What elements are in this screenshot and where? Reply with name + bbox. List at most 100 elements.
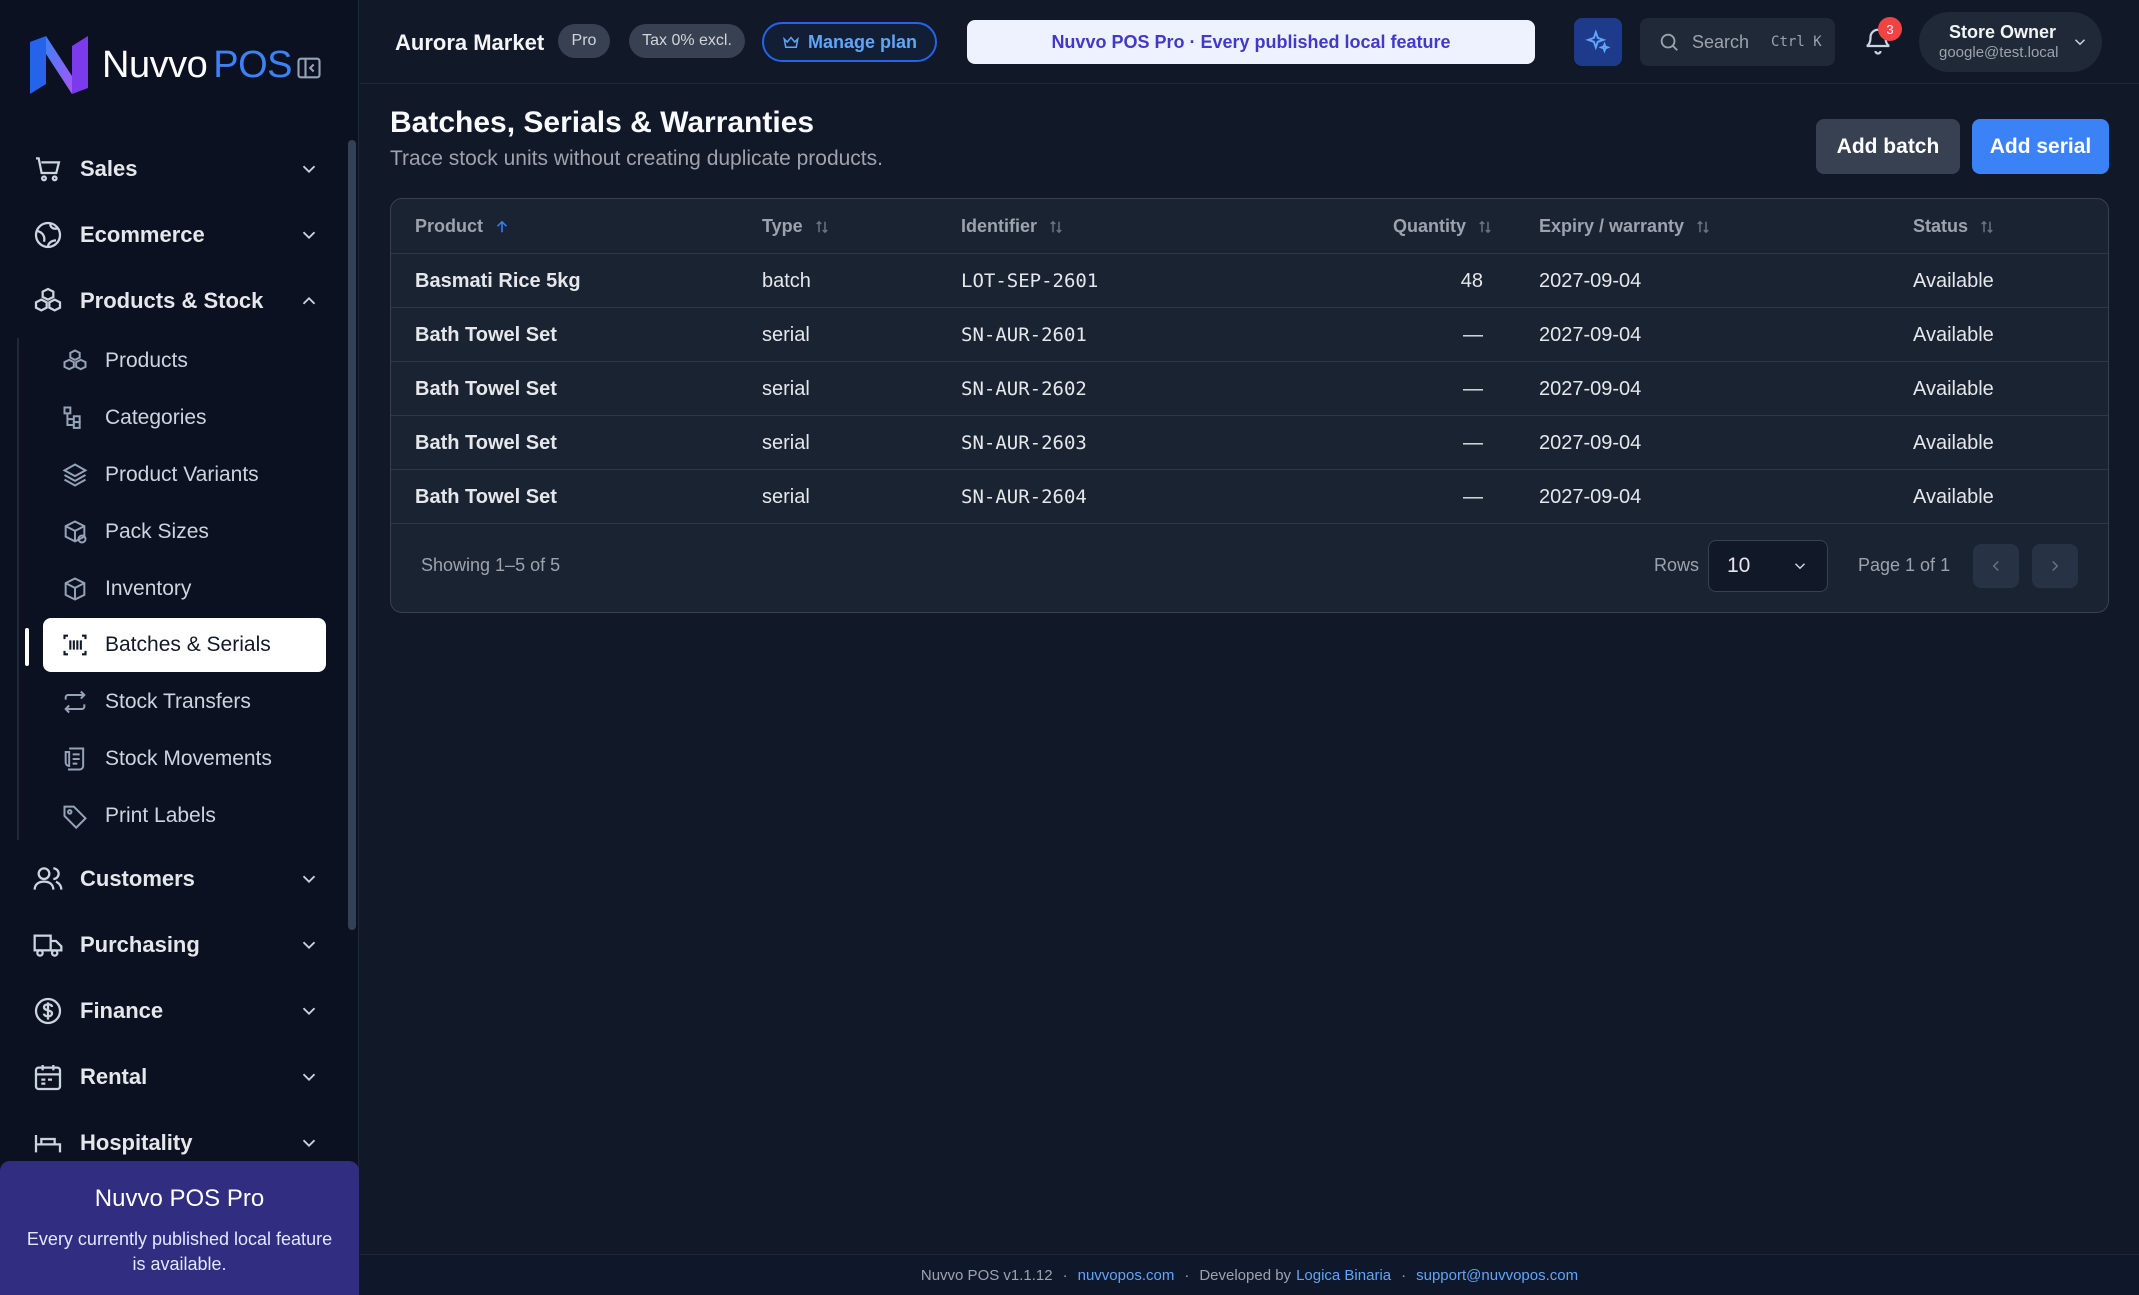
nav-group-label: Sales	[80, 156, 138, 181]
sidebar: Nuvvo POS Sales Ecommerce Products & Stoc…	[0, 0, 359, 1295]
sidebar-item-categories[interactable]: Categories	[43, 391, 326, 445]
manage-plan-label: Manage plan	[807, 31, 918, 52]
add-serial-button[interactable]: Add serial	[1972, 119, 2109, 174]
tree-icon	[63, 406, 81, 429]
bed-icon	[34, 1135, 62, 1153]
search-button[interactable]: Search Ctrl K	[1640, 18, 1835, 66]
column-label: Product	[415, 216, 484, 236]
sidebar-item-product-variants[interactable]: Product Variants	[43, 448, 326, 502]
cell-quantity: —	[1463, 324, 1483, 346]
rows-per-page-value: 10	[1727, 554, 1751, 577]
cell-expiry: 2027-09-04	[1539, 486, 1642, 508]
next-page-button[interactable]	[2032, 544, 2078, 588]
sort-ascending-icon	[496, 220, 508, 232]
sidebar-item-label: Stock Movements	[105, 747, 272, 770]
sidebar-scrollbar[interactable]	[348, 140, 356, 930]
footer-separator: ·	[1401, 1266, 1407, 1284]
scroll-icon	[64, 747, 85, 771]
nav-group-label: Finance	[80, 998, 164, 1023]
manage-plan-button[interactable]: Manage plan	[762, 22, 937, 62]
nav-group-sales[interactable]: Sales	[32, 141, 320, 197]
cart-icon	[36, 157, 61, 182]
support-email-link[interactable]: support@nuvvopos.com	[1416, 1267, 1578, 1284]
version-text: Nuvvo POS v1.1.12	[920, 1266, 1053, 1284]
chevron-down-icon	[302, 165, 316, 174]
developer-link[interactable]: Logica Binaria	[1296, 1267, 1391, 1284]
column-header-product[interactable]: Product	[415, 216, 511, 237]
logo[interactable]: Nuvvo POS	[26, 32, 292, 98]
chevron-down-icon	[302, 1073, 316, 1082]
dollar-icon	[34, 997, 62, 1025]
sidebar-item-pack-sizes[interactable]: Pack Sizes	[43, 505, 326, 559]
nav-group-products-stock[interactable]: Products & Stock	[32, 273, 320, 329]
chevron-left-icon	[1992, 560, 1999, 572]
column-header-type[interactable]: Type	[762, 216, 831, 237]
cell-type: serial	[762, 486, 810, 508]
cell-product: Bath Towel Set	[415, 324, 557, 346]
nav-group-label: Purchasing	[80, 932, 200, 957]
sidebar-item-inventory[interactable]: Inventory	[43, 562, 326, 616]
sidebar-item-print-labels[interactable]: Print Labels	[43, 789, 326, 843]
cell-expiry: 2027-09-04	[1539, 270, 1642, 292]
cell-status: Available	[1913, 270, 1994, 292]
cell-quantity: —	[1463, 378, 1483, 400]
batches-table: Product Type Identifier Quantity Expiry …	[390, 198, 2109, 613]
cell-identifier: SN-AUR-2602	[961, 378, 1087, 400]
ai-assistant-button[interactable]	[1574, 18, 1622, 66]
sidebar-item-stock-movements[interactable]: Stock Movements	[43, 732, 326, 786]
sidebar-item-batches-serials[interactable]: Batches & Serials	[43, 618, 326, 672]
nav-group-label: Customers	[80, 866, 195, 891]
sidebar-item-label: Categories	[105, 406, 207, 429]
table-row[interactable]: Basmati Rice 5kg batch LOT-SEP-2601 48 2…	[391, 254, 2108, 308]
boxes-icon	[34, 287, 62, 312]
previous-page-button[interactable]	[1973, 544, 2019, 588]
nav-group-finance[interactable]: Finance	[32, 983, 320, 1039]
cell-identifier: LOT-SEP-2601	[961, 270, 1099, 292]
cell-expiry: 2027-09-04	[1539, 324, 1642, 346]
website-link[interactable]: nuvvopos.com	[1078, 1267, 1175, 1284]
nav-group-customers[interactable]: Customers	[32, 851, 320, 907]
nav-group-ecommerce[interactable]: Ecommerce	[32, 207, 320, 263]
sidebar-item-products[interactable]: Products	[43, 334, 326, 388]
add-batch-button[interactable]: Add batch	[1816, 119, 1960, 174]
sidebar-item-stock-transfers[interactable]: Stock Transfers	[43, 675, 326, 729]
rows-per-page-label: Rows	[1654, 555, 1700, 575]
users-icon	[33, 867, 63, 890]
chevron-down-icon	[302, 231, 316, 240]
nav-group-label: Hospitality	[80, 1130, 193, 1155]
table-row[interactable]: Bath Towel Set serial SN-AUR-2603 — 2027…	[391, 416, 2108, 470]
nav-group-rental[interactable]: Rental	[32, 1049, 320, 1105]
sidebar-item-label: Product Variants	[105, 463, 259, 486]
sidebar-item-label: Pack Sizes	[105, 520, 209, 543]
search-placeholder: Search	[1692, 31, 1750, 52]
user-email: google@test.local	[1939, 44, 2059, 61]
column-label: Expiry / warranty	[1539, 216, 1685, 236]
table-row[interactable]: Bath Towel Set serial SN-AUR-2601 — 2027…	[391, 308, 2108, 362]
cell-status: Available	[1913, 378, 1994, 400]
table-row[interactable]: Bath Towel Set serial SN-AUR-2602 — 2027…	[391, 362, 2108, 416]
sidebar-item-label: Batches & Serials	[105, 633, 271, 656]
column-header-identifier[interactable]: Identifier	[961, 216, 1065, 237]
chevron-down-icon	[1794, 563, 1806, 570]
rows-per-page-select[interactable]: 10	[1708, 540, 1828, 592]
pro-promo-card: Nuvvo POS Pro Every currently published …	[0, 1161, 359, 1295]
crown-icon	[783, 36, 799, 48]
nav-group-purchasing[interactable]: Purchasing	[32, 917, 320, 973]
column-header-status[interactable]: Status	[1913, 216, 1996, 237]
store-name[interactable]: Aurora Market	[395, 30, 544, 56]
table-row[interactable]: Bath Towel Set serial SN-AUR-2604 — 2027…	[391, 470, 2108, 524]
submenu-guide-line	[17, 338, 19, 840]
app-footer: Nuvvo POS v1.1.12 · nuvvopos.com · Devel…	[360, 1254, 2139, 1295]
column-header-expiry[interactable]: Expiry / warranty	[1539, 216, 1712, 237]
cell-quantity: 48	[1460, 270, 1483, 292]
plan-badge: Pro	[558, 24, 610, 58]
barcode-icon	[63, 634, 87, 656]
column-header-quantity[interactable]: Quantity	[1393, 216, 1494, 237]
boxes-icon	[63, 349, 87, 371]
tag-icon	[63, 805, 87, 830]
user-menu[interactable]: Store Owner google@test.local	[1919, 12, 2102, 72]
search-icon	[1660, 33, 1678, 51]
sort-icon	[1981, 220, 1993, 233]
sidebar-collapse-icon[interactable]	[294, 54, 324, 82]
column-label: Type	[762, 216, 803, 236]
